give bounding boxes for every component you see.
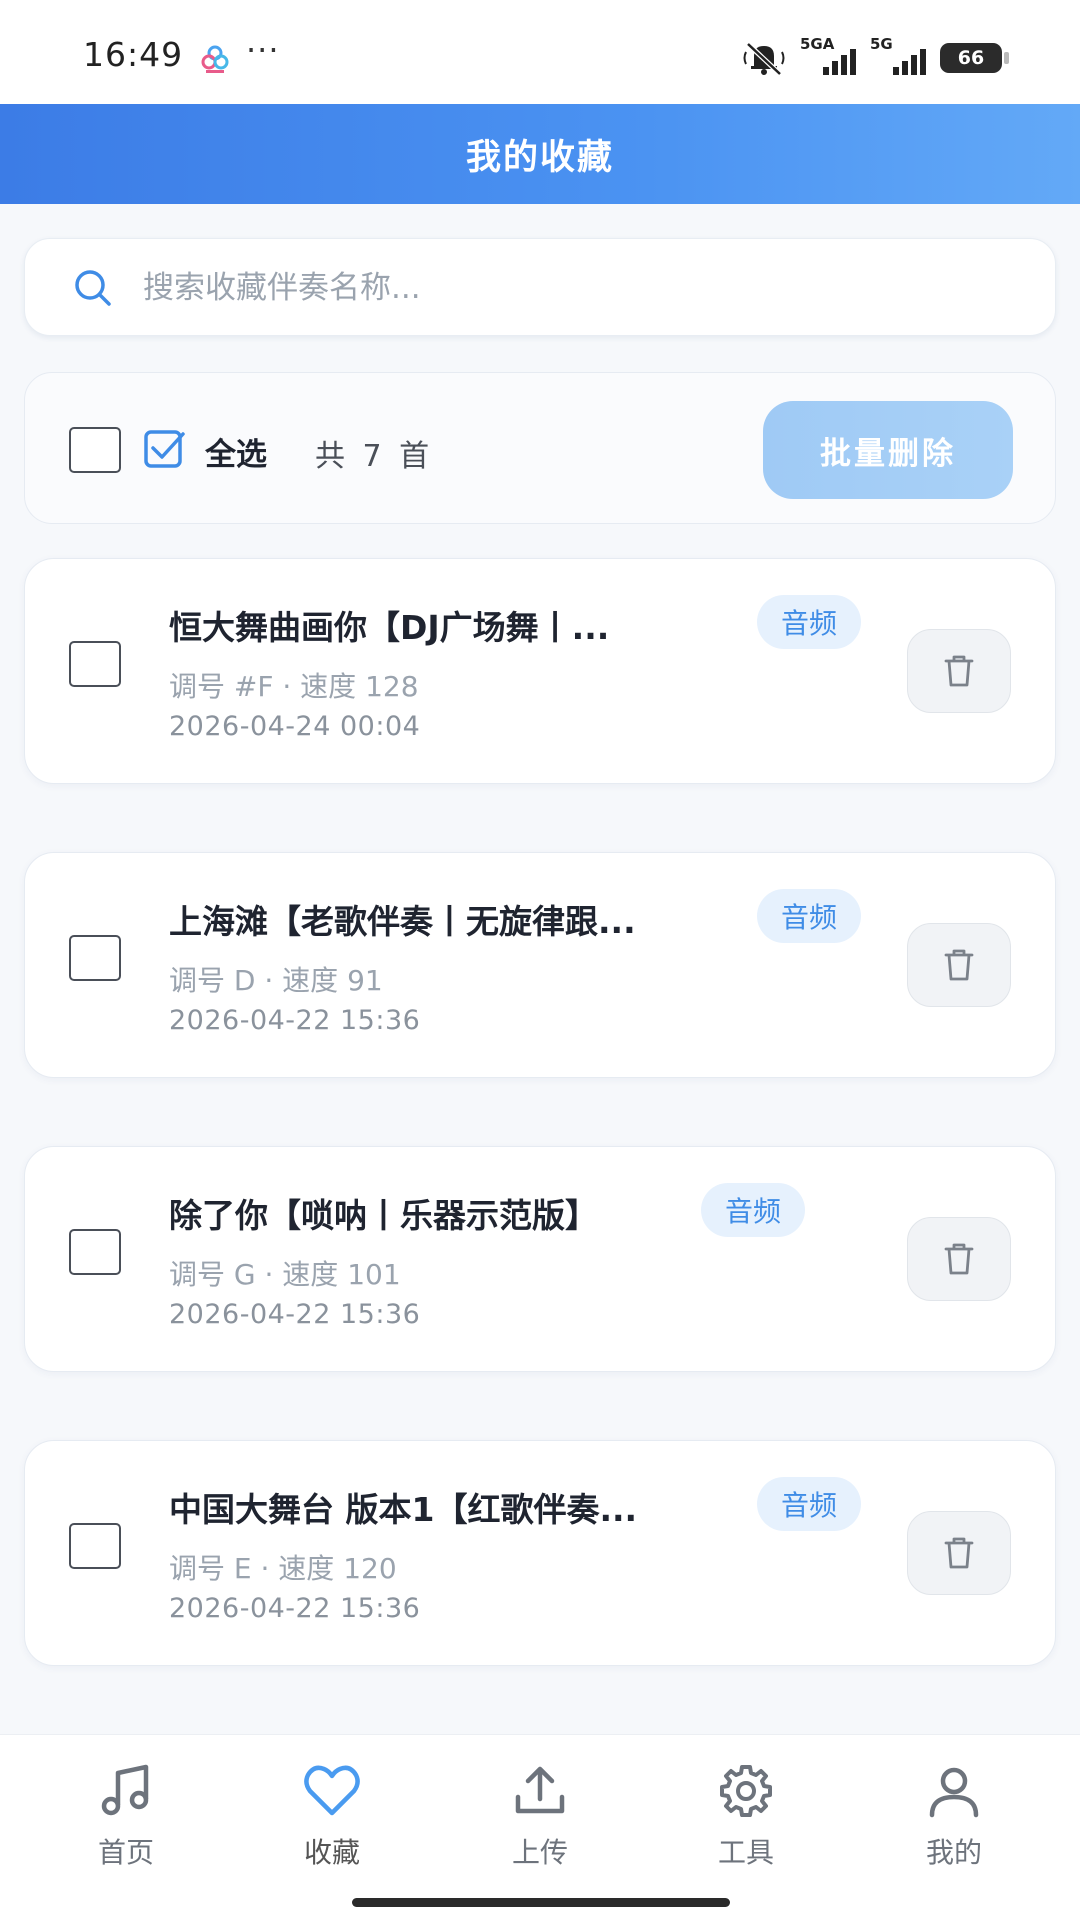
app-notification-icon	[201, 45, 229, 73]
item-checkbox[interactable]	[69, 935, 121, 981]
favorite-item-card[interactable]: 上海滩【老歌伴奏丨无旋律跟... 音频 调号 D · 速度 91 2026-04…	[24, 852, 1056, 1078]
item-meta: 调号 E · 速度 120	[169, 1552, 397, 1585]
item-type-tag: 音频	[757, 595, 862, 649]
nav-item-favorites[interactable]: 收藏	[262, 1761, 402, 1881]
item-title: 中国大舞台 版本1【红歌伴奏...	[169, 1490, 638, 1529]
item-type-tag: 音频	[757, 1477, 862, 1531]
delete-item-button[interactable]	[907, 1511, 1011, 1595]
status-time: 16:49	[83, 35, 184, 74]
item-date: 2026-04-24 00:04	[169, 711, 421, 742]
mute-icon	[743, 42, 785, 76]
item-date: 2026-04-22 15:36	[169, 1005, 421, 1036]
item-title: 上海滩【老歌伴奏丨无旋律跟...	[169, 902, 636, 941]
delete-item-button[interactable]	[907, 629, 1011, 713]
select-all-label[interactable]: 全选	[205, 429, 267, 474]
nav-label: 我的	[925, 1836, 982, 1869]
item-type-tag: 音频	[701, 1183, 806, 1237]
status-bar: 16:49 ··· 5GA 5G 66	[0, 0, 1080, 104]
home-indicator[interactable]	[352, 1898, 730, 1907]
favorite-item-card[interactable]: 恒大舞曲画你【DJ广场舞丨... 音频 调号 #F · 速度 128 2026-…	[24, 558, 1056, 784]
item-date: 2026-04-22 15:36	[169, 1593, 421, 1624]
favorite-item-card[interactable]: 除了你【唢呐丨乐器示范版】 音频 调号 G · 速度 101 2026-04-2…	[24, 1146, 1056, 1372]
batch-delete-button[interactable]: 批量删除	[763, 401, 1013, 499]
search-bar[interactable]	[24, 238, 1056, 336]
signal-5ga-icon: 5GA	[800, 35, 856, 75]
app-header: 我的收藏	[0, 104, 1080, 204]
bottom-nav: 首页 收藏 上传 工具 我的	[0, 1734, 1080, 1921]
item-title: 恒大舞曲画你【DJ广场舞丨...	[169, 608, 610, 647]
nav-label: 首页	[97, 1836, 154, 1869]
user-icon	[929, 1767, 979, 1818]
search-input[interactable]	[141, 257, 1025, 319]
select-all-checkbox[interactable]	[69, 427, 121, 473]
selection-toolbar: 全选 共 7 首 批量删除	[24, 372, 1056, 524]
item-meta: 调号 D · 速度 91	[169, 964, 383, 997]
trash-icon	[944, 1243, 974, 1275]
upload-icon	[515, 1766, 565, 1814]
nav-item-home[interactable]: 首页	[56, 1761, 196, 1881]
favorite-item-card[interactable]: 中国大舞台 版本1【红歌伴奏... 音频 调号 E · 速度 120 2026-…	[24, 1440, 1056, 1666]
nav-label: 工具	[717, 1836, 774, 1869]
status-more-dots: ···	[246, 31, 280, 69]
item-date: 2026-04-22 15:36	[169, 1299, 421, 1330]
item-checkbox[interactable]	[69, 1229, 121, 1275]
nav-item-tools[interactable]: 工具	[676, 1761, 816, 1881]
item-count: 共 7 首	[315, 439, 434, 474]
item-title: 除了你【唢呐丨乐器示范版】	[169, 1196, 598, 1235]
search-icon	[75, 270, 111, 306]
nav-item-profile[interactable]: 我的	[884, 1761, 1024, 1881]
item-meta: 调号 G · 速度 101	[169, 1258, 401, 1291]
signal-5g-icon: 5G	[870, 35, 926, 75]
page-title: 我的收藏	[465, 137, 614, 178]
trash-icon	[944, 655, 974, 687]
trash-icon	[944, 1537, 974, 1569]
checkbox-checked-icon[interactable]	[143, 427, 187, 471]
item-checkbox[interactable]	[69, 1523, 121, 1569]
trash-icon	[944, 949, 974, 981]
delete-item-button[interactable]	[907, 1217, 1011, 1301]
heart-icon	[304, 1765, 360, 1816]
item-meta: 调号 #F · 速度 128	[169, 670, 419, 703]
battery-icon: 66	[940, 43, 1009, 73]
nav-label: 上传	[511, 1836, 568, 1869]
item-type-tag: 音频	[757, 889, 862, 943]
delete-item-button[interactable]	[907, 923, 1011, 1007]
nav-item-upload[interactable]: 上传	[470, 1761, 610, 1881]
nav-label: 收藏	[303, 1836, 360, 1869]
music-note-icon	[101, 1764, 149, 1816]
item-checkbox[interactable]	[69, 641, 121, 687]
gear-icon	[720, 1765, 772, 1817]
